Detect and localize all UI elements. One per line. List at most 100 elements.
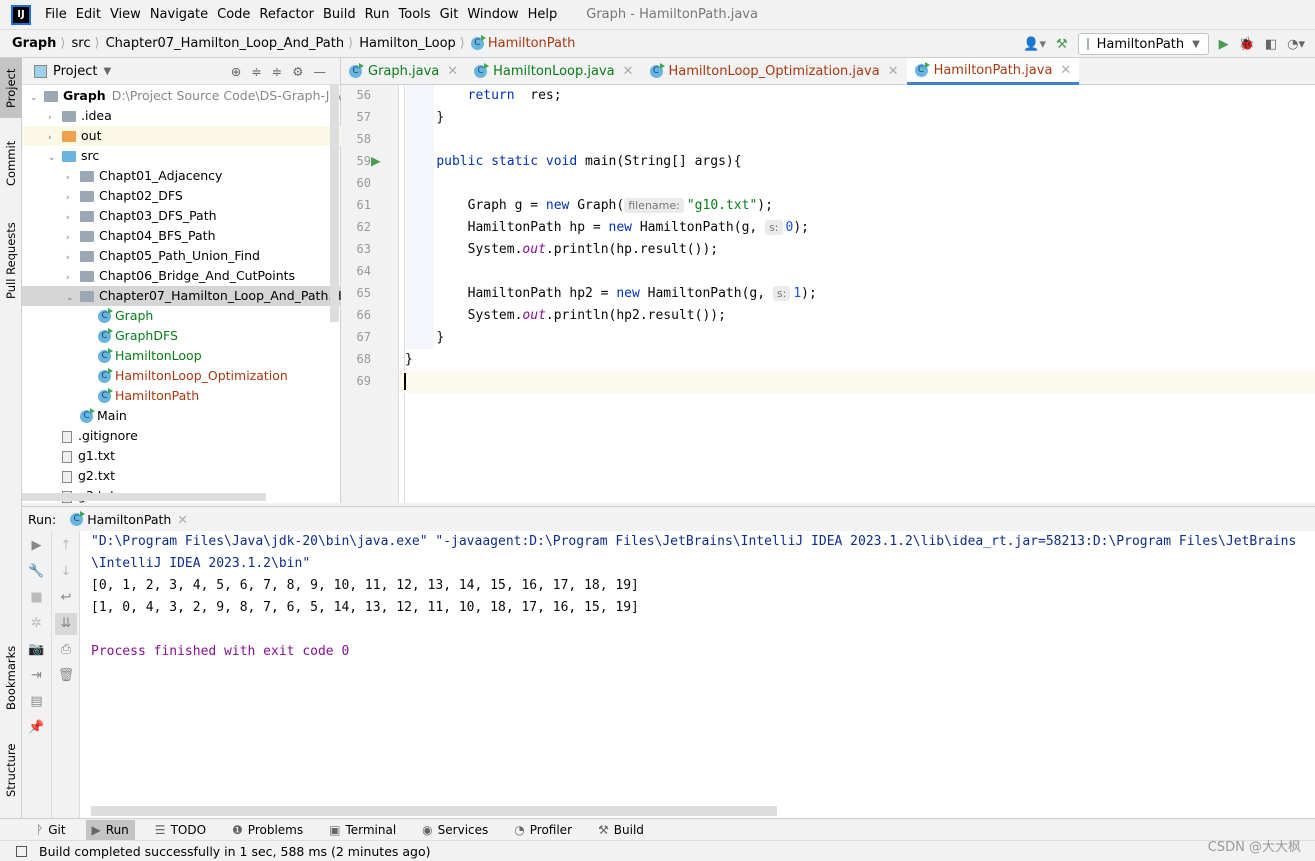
tool-tab-bookmarks[interactable]: Bookmarks (0, 638, 22, 718)
debug-icon[interactable]: 🐞 (1239, 37, 1255, 52)
tree-item[interactable]: › Chapt03_DFS_Path (22, 206, 341, 226)
chevron-right-icon[interactable]: › (66, 228, 80, 246)
project-view-select[interactable]: Project (53, 64, 97, 79)
tree-item[interactable]: .gitignore (22, 426, 341, 446)
tree-item[interactable]: C GraphDFS (22, 326, 341, 346)
code-editor[interactable]: 56 57 58 59 ▶ 60 61 62 63 64 65 66 67 68 69 return res… (341, 85, 1315, 503)
chevron-right-icon[interactable]: › (66, 268, 80, 286)
bottom-tab-problems[interactable]: ❶ Problems (226, 820, 309, 840)
bottom-tab-services[interactable]: ◉ Services (416, 820, 494, 840)
tree-item[interactable]: ⌄ Graph D:\Project Source Code\DS-Graph-Ja… (22, 86, 341, 106)
menu-file[interactable]: File (45, 7, 67, 22)
tree-item[interactable]: › .idea (22, 106, 341, 126)
chevron-down-icon[interactable]: ⌄ (48, 148, 62, 166)
trash-icon[interactable]: 🗑 (55, 665, 77, 687)
soft-wrap-icon[interactable]: ↩ (55, 587, 77, 609)
tree-item[interactable]: C HamiltonLoop (22, 346, 341, 366)
editor-tab[interactable]: C Graph.java ✕ (341, 58, 466, 85)
run-gutter-icon[interactable]: ▶ (371, 153, 381, 168)
horizontal-scrollbar[interactable] (91, 806, 777, 816)
tree-item[interactable]: › Chapt06_Bridge_And_CutPoints (22, 266, 341, 286)
chevron-down-icon[interactable]: ⌄ (30, 88, 44, 106)
console-output[interactable]: "D:\Program Files\Java\jdk-20\bin\java.e… (80, 531, 1315, 818)
profile-icon[interactable]: ◔▾ (1287, 37, 1305, 52)
close-icon[interactable]: ✕ (447, 64, 458, 79)
breadcrumb-item[interactable]: Hamilton_Loop (359, 36, 456, 51)
tree-item[interactable]: ⌄ src (22, 146, 341, 166)
breadcrumb-item[interactable]: HamiltonPath (488, 36, 575, 51)
tool-tab-project[interactable]: Project (0, 58, 22, 118)
editor-tab[interactable]: C HamiltonPath.java ✕ (906, 58, 1080, 85)
menu-window[interactable]: Window (467, 7, 518, 22)
tree-item[interactable]: › Chapt05_Path_Union_Find (22, 246, 341, 266)
coverage-icon[interactable]: ◧ (1265, 37, 1277, 52)
menu-edit[interactable]: Edit (76, 7, 101, 22)
chevron-right-icon[interactable]: › (48, 128, 62, 146)
chevron-right-icon[interactable]: › (66, 208, 80, 226)
tree-item[interactable]: › Chapt04_BFS_Path (22, 226, 341, 246)
tree-item[interactable]: C HamiltonPath (22, 386, 341, 406)
breadcrumb-item[interactable]: Chapter07_Hamilton_Loop_And_Path (106, 36, 345, 51)
tree-item[interactable]: ⌄ Chapter07_Hamilton_Loop_And_Path.Hamilt… (22, 286, 341, 306)
run-icon[interactable]: ▶ (1219, 37, 1229, 52)
tool-tab-structure[interactable]: Structure (0, 733, 22, 808)
editor-tab[interactable]: C HamiltonLoop_Optimization.java ✕ (642, 58, 907, 85)
close-icon[interactable]: ✕ (1060, 63, 1071, 78)
exit-icon[interactable]: ⇥ (26, 665, 48, 687)
chevron-down-icon[interactable]: ▼ (103, 66, 111, 77)
tree-item[interactable]: C HamiltonLoop_Optimization (22, 366, 341, 386)
tree-item[interactable]: C Main (22, 406, 341, 426)
menu-code[interactable]: Code (217, 7, 250, 22)
pin-icon[interactable]: 📌 (26, 717, 48, 739)
wrench-icon[interactable]: 🔧 (26, 561, 48, 583)
panel-actions[interactable]: ⊕≑≑⚙— (231, 64, 340, 79)
bottom-tab-todo[interactable]: ☰ TODO (149, 820, 212, 840)
breadcrumb-item[interactable]: Graph (12, 36, 56, 51)
print-icon[interactable]: ⎙ (55, 639, 77, 661)
restore-layout-icon[interactable]: ✲ (26, 613, 48, 635)
camera-icon[interactable]: 📷 (26, 639, 48, 661)
bottom-tab-profiler[interactable]: ◔ Profiler (508, 820, 578, 840)
bottom-tab-run[interactable]: ▶ Run (85, 819, 135, 840)
menu-tools[interactable]: Tools (399, 7, 431, 22)
down-arrow-icon[interactable]: ↓ (55, 561, 77, 583)
close-icon[interactable]: ✕ (623, 64, 634, 79)
tree-item[interactable]: › Chapt01_Adjacency (22, 166, 341, 186)
toggle-panel-icon[interactable] (16, 845, 27, 857)
tool-tab-pull-requests[interactable]: Pull Requests (0, 213, 22, 308)
tree-item[interactable]: g1.txt (22, 446, 341, 466)
rerun-icon[interactable]: ▶ (26, 535, 48, 557)
tree-item[interactable]: › out (22, 126, 341, 146)
chevron-down-icon[interactable]: ⌄ (66, 288, 80, 306)
chevron-right-icon[interactable]: › (48, 108, 62, 126)
menu-navigate[interactable]: Navigate (150, 7, 208, 22)
editor-tab[interactable]: C HamiltonLoop.java ✕ (466, 58, 641, 85)
scroll-to-end-icon[interactable]: ⇊ (55, 613, 77, 635)
bottom-tab-git[interactable]: ᚹ Git (30, 820, 72, 840)
tree-item[interactable]: C Graph (22, 306, 341, 326)
build-hammer-icon[interactable]: ⚒ (1056, 37, 1068, 52)
bottom-tab-terminal[interactable]: ▣ Terminal (323, 820, 402, 840)
run-tab[interactable]: HamiltonPath (87, 512, 171, 527)
menu-run[interactable]: Run (365, 7, 390, 22)
close-icon[interactable]: ✕ (888, 64, 899, 79)
menu-build[interactable]: Build (323, 7, 356, 22)
up-arrow-icon[interactable]: ↑ (55, 535, 77, 557)
breadcrumb-item[interactable]: src (72, 36, 91, 51)
chevron-right-icon[interactable]: › (66, 168, 80, 186)
menu-help[interactable]: Help (528, 7, 558, 22)
tree-item[interactable]: g2.txt (22, 466, 341, 486)
menu-git[interactable]: Git (440, 7, 459, 22)
bottom-tab-build[interactable]: ⚒ Build (592, 820, 650, 840)
project-horizontal-scrollbar[interactable] (22, 493, 266, 501)
close-icon[interactable]: ✕ (177, 512, 187, 527)
run-configuration-select[interactable]: HamiltonPath ▼ (1077, 33, 1209, 55)
tree-item[interactable]: › Chapt02_DFS (22, 186, 341, 206)
stop-icon[interactable]: ■ (26, 587, 48, 609)
project-vertical-scrollbar[interactable] (330, 85, 339, 322)
menu-view[interactable]: View (110, 7, 141, 22)
layout-icon[interactable]: ▤ (26, 691, 48, 713)
chevron-right-icon[interactable]: › (66, 188, 80, 206)
chevron-right-icon[interactable]: › (66, 248, 80, 266)
tool-tab-commit[interactable]: Commit (0, 133, 22, 193)
